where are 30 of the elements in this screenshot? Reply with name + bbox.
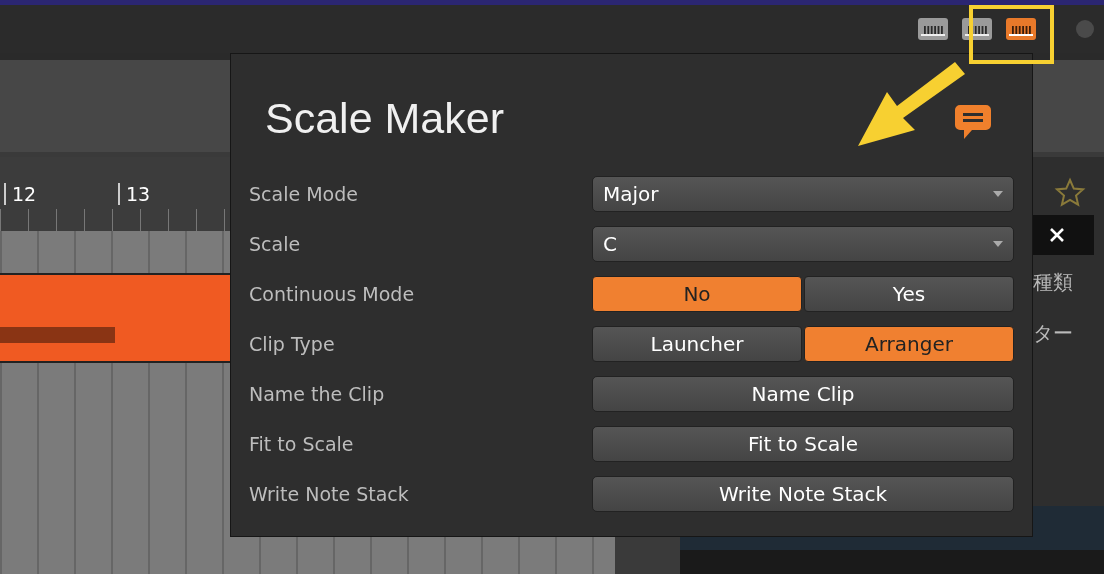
field-label: Scale: [249, 233, 301, 255]
piano-keys-icon[interactable]: [1006, 18, 1036, 40]
action-button[interactable]: Name Clip: [592, 376, 1014, 412]
field-label: Write Note Stack: [249, 483, 409, 505]
action-button[interactable]: Fit to Scale: [592, 426, 1014, 462]
piano-keys-icon[interactable]: [918, 18, 948, 40]
clip[interactable]: [0, 273, 230, 363]
bar-number: 13: [118, 183, 228, 205]
field-label: Clip Type: [249, 333, 335, 355]
field-label: Scale Mode: [249, 183, 358, 205]
toggle-option[interactable]: No: [592, 276, 802, 312]
chat-icon[interactable]: [954, 103, 992, 141]
browser-label: 種類: [1033, 269, 1073, 296]
toggle-option[interactable]: Launcher: [592, 326, 802, 362]
dropdown[interactable]: C: [592, 226, 1014, 262]
browser-label: ター: [1033, 320, 1073, 347]
field-label: Fit to Scale: [249, 433, 354, 455]
toggle-option[interactable]: Arranger: [804, 326, 1014, 362]
field-label: Continuous Mode: [249, 283, 415, 305]
field-label: Name the Clip: [249, 383, 385, 405]
toggle-option[interactable]: Yes: [804, 276, 1014, 312]
action-button[interactable]: Write Note Stack: [592, 476, 1014, 512]
close-icon[interactable]: [1048, 227, 1065, 243]
dialog-title: Scale Maker: [265, 93, 504, 143]
dropdown[interactable]: Major: [592, 176, 1014, 212]
status-dot-icon: [1076, 20, 1094, 38]
star-icon[interactable]: [1054, 177, 1086, 209]
caret-icon: [993, 241, 1003, 247]
bar-number: 12: [4, 183, 114, 205]
caret-icon: [993, 191, 1003, 197]
